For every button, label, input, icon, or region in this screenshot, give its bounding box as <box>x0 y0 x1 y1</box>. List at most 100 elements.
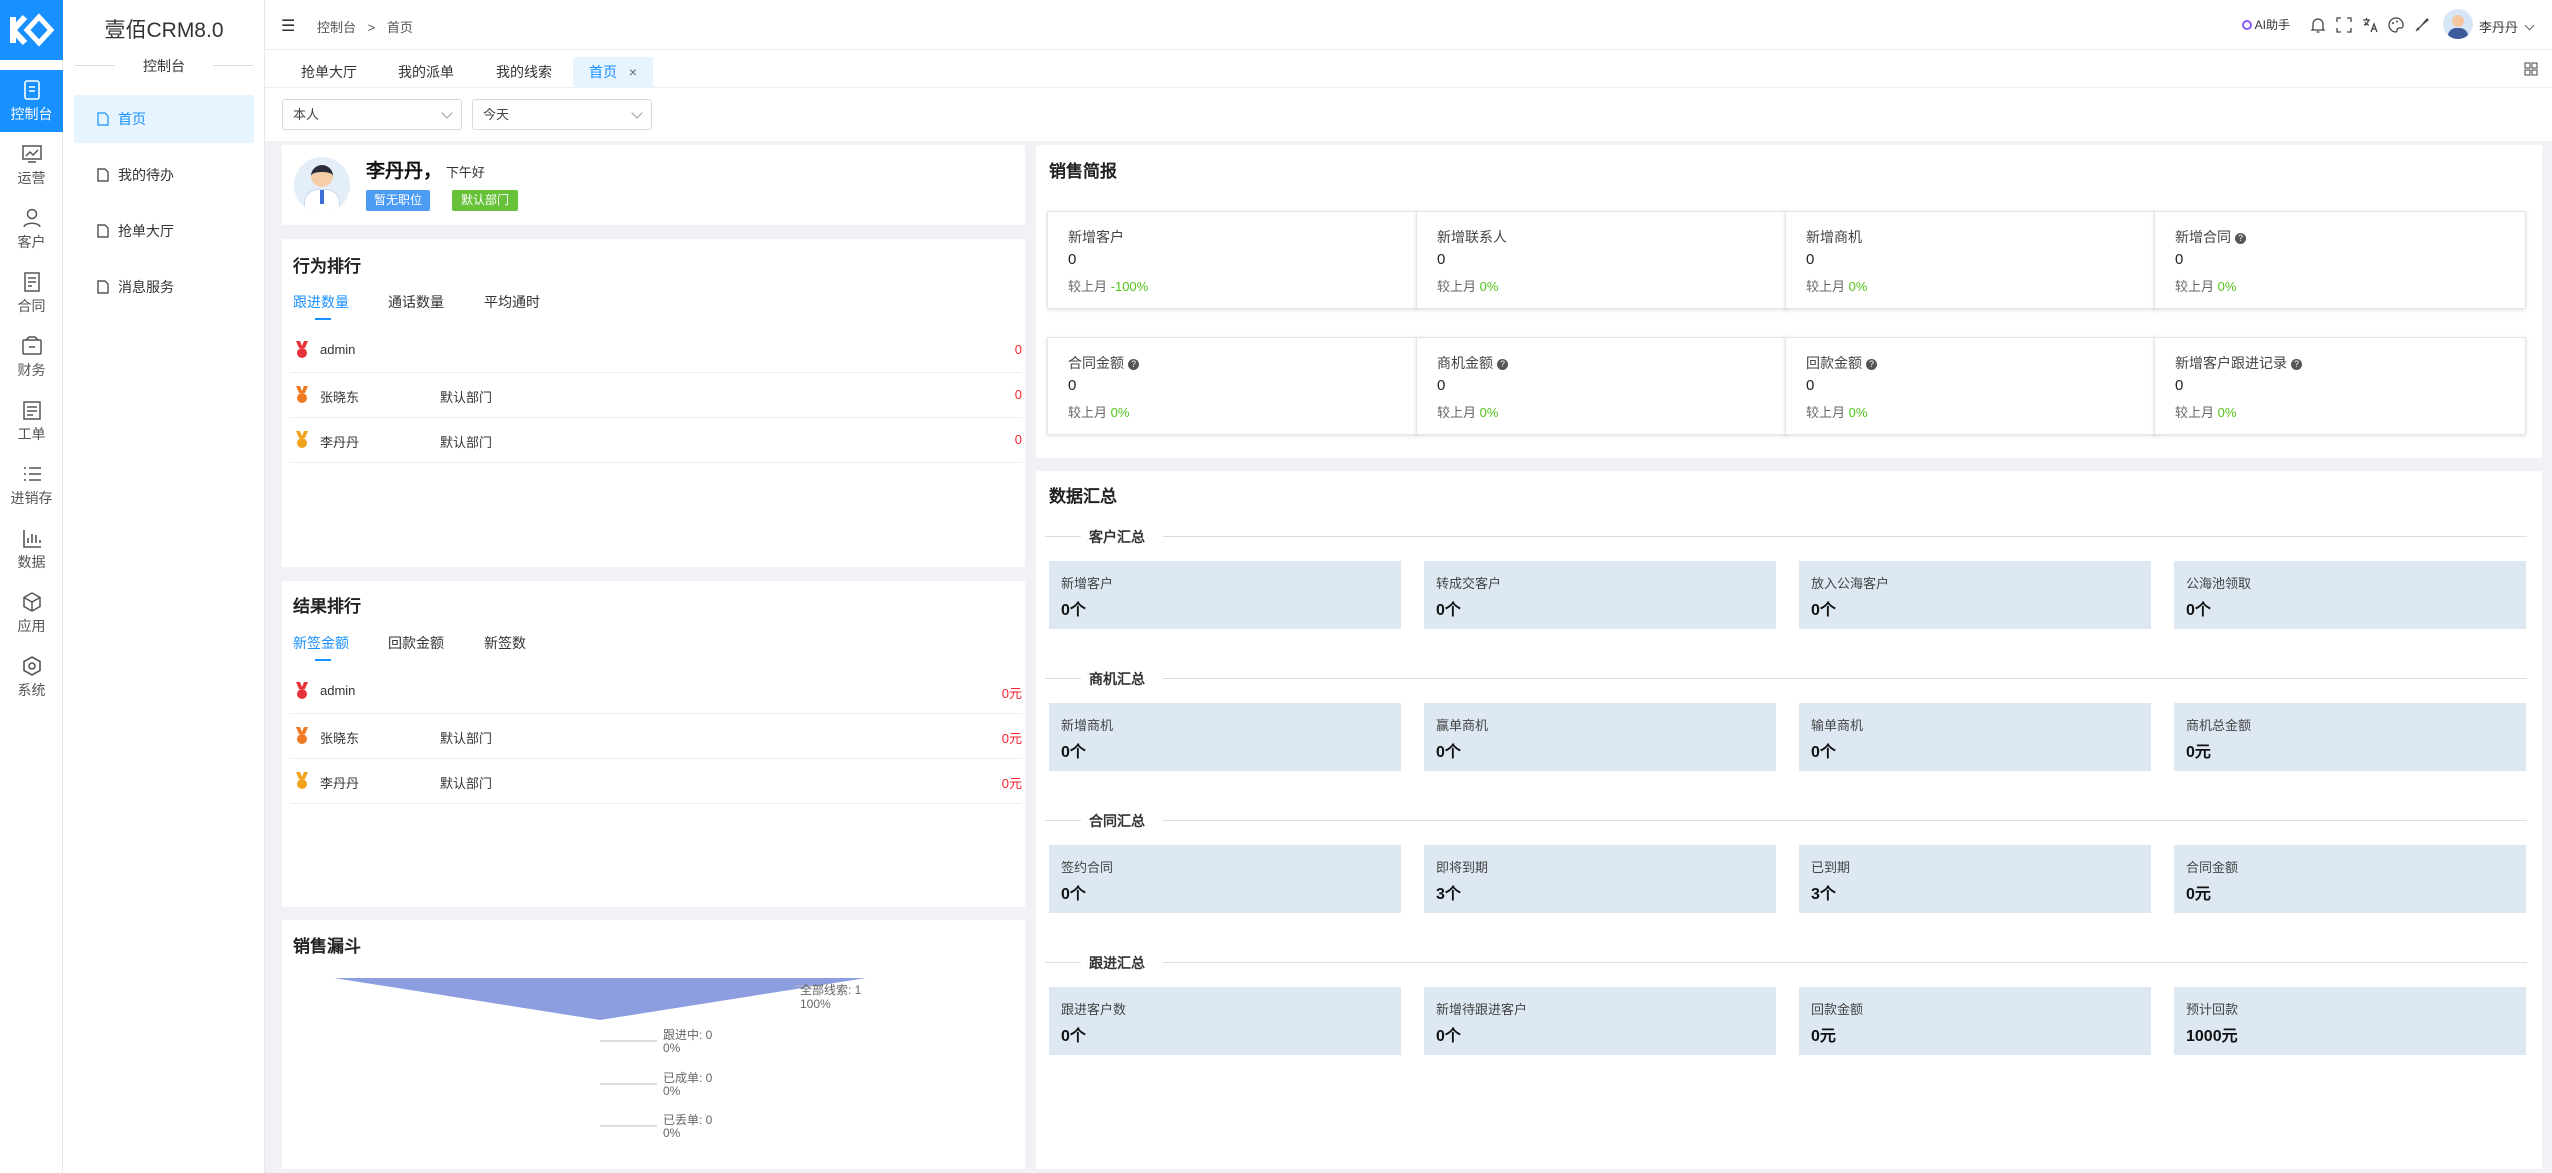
compare-prefix: 较上月 <box>1437 279 1477 294</box>
tab-label: 抢单大厅 <box>301 64 357 80</box>
tile-value: 0个 <box>1436 1028 1461 1045</box>
summary-tile[interactable]: 跟进客户数 0个 <box>1049 987 1401 1055</box>
summary-tile[interactable]: 新增客户 0个 <box>1049 561 1401 629</box>
grid-icon[interactable] <box>2524 62 2538 76</box>
tab-grab-hall[interactable]: 抢单大厅 <box>285 57 373 88</box>
submenu-item-grab-hall[interactable]: 抢单大厅 <box>74 207 254 255</box>
bell-icon[interactable] <box>2309 16 2327 34</box>
funnel-label-1: 跟进中: 0 <box>663 1027 713 1042</box>
tile-value: 0元 <box>1811 1028 1836 1045</box>
summary-tile[interactable]: 即将到期 3个 <box>1424 845 1776 913</box>
rank-dept: 默认部门 <box>440 731 493 746</box>
tab-label: 我的线索 <box>496 64 552 80</box>
translate-icon[interactable] <box>2361 16 2379 34</box>
rank-dept: 默认部门 <box>440 390 493 405</box>
tab-my-leads[interactable]: 我的线索 <box>480 57 568 88</box>
rail-item-finance[interactable]: 财务 <box>0 326 63 388</box>
summary-tile[interactable]: 输单商机 0个 <box>1799 703 2151 771</box>
tab-follow-count[interactable]: 跟进数量 <box>293 292 349 320</box>
period-select[interactable]: 今天 <box>472 99 652 130</box>
summary-tile[interactable]: 预计回款 1000元 <box>2174 987 2526 1055</box>
theme-icon[interactable] <box>2413 16 2431 34</box>
rail-item-apps[interactable]: 应用 <box>0 582 63 644</box>
rank-dept: 默认部门 <box>440 435 493 450</box>
summary-tile[interactable]: 新增商机 0个 <box>1049 703 1401 771</box>
stat-card-label: 合同金额? <box>1068 353 1139 373</box>
profile-name: 李丹丹， <box>366 161 443 182</box>
summary-tile[interactable]: 回款金额 0元 <box>1799 987 2151 1055</box>
tab-new-sign-amount[interactable]: 新签金额 <box>293 633 349 661</box>
rail-label: 财务 <box>17 361 46 378</box>
funnel-pct-1: 0% <box>663 1041 681 1055</box>
help-icon[interactable]: ? <box>2291 359 2302 370</box>
top-header: ☰ 控制台 > 首页 AI助手 李丹丹 <box>265 0 2552 50</box>
summary-tile[interactable]: 已到期 3个 <box>1799 845 2151 913</box>
summary-tile[interactable]: 合同金额 0元 <box>2174 845 2526 913</box>
submenu-item-home[interactable]: 首页 <box>74 95 254 143</box>
behavior-rank-title: 行为排行 <box>293 257 361 276</box>
secondary-nav: 壹佰CRM8.0 控制台 首页 我的待办 抢单大厅 消息服务 <box>63 0 265 1173</box>
summary-tile[interactable]: 赢单商机 0个 <box>1424 703 1776 771</box>
rail-label: 合同 <box>17 297 46 314</box>
tab-my-dispatch[interactable]: 我的派单 <box>382 57 470 88</box>
rail-item-system[interactable]: 系统 <box>0 646 63 708</box>
username: 李丹丹 <box>2479 20 2519 35</box>
primary-nav-rail: 控制台 运营 客户 合同 财务 工单 进销存 数据 应用 系统 <box>0 0 63 1173</box>
section-divider <box>1045 962 1081 963</box>
stat-card-value: 0 <box>1437 377 1446 394</box>
tab-home[interactable]: 首页 × <box>573 57 654 88</box>
help-icon[interactable]: ? <box>1128 359 1139 370</box>
scope-select[interactable]: 本人 <box>282 99 462 130</box>
user-menu[interactable]: 李丹丹 <box>2479 17 2535 36</box>
avatar[interactable] <box>2443 9 2473 39</box>
medal-silver-icon <box>296 386 308 403</box>
rank-name: 李丹丹 <box>320 435 360 450</box>
tile-label: 即将到期 <box>1436 860 1489 875</box>
summary-tile[interactable]: 转成交客户 0个 <box>1424 561 1776 629</box>
rail-item-data[interactable]: 数据 <box>0 518 63 580</box>
rank-name: admin <box>320 683 356 698</box>
funnel-stage-all[interactable] <box>334 978 866 1020</box>
section-title: 合同汇总 <box>1089 813 1145 829</box>
summary-tile[interactable]: 商机总金额 0元 <box>2174 703 2526 771</box>
menu-toggle-icon[interactable]: ☰ <box>281 16 295 36</box>
submenu-item-todo[interactable]: 我的待办 <box>74 151 254 199</box>
stat-card-value: 0 <box>2175 377 2184 394</box>
rail-item-operations[interactable]: 运营 <box>0 134 63 196</box>
help-icon[interactable]: ? <box>2235 233 2246 244</box>
rail-item-inventory[interactable]: 进销存 <box>0 454 63 516</box>
bar-chart-icon <box>22 529 41 548</box>
app-logo[interactable] <box>0 0 63 60</box>
tile-label: 商机总金额 <box>2186 718 2252 733</box>
stat-card: 新增客户跟进记录? 0 较上月 0% <box>2154 337 2526 435</box>
rail-item-dashboard[interactable]: 控制台 <box>0 70 63 132</box>
medal-gold-icon <box>296 341 308 358</box>
stat-card-compare: 较上月 0% <box>2175 276 2236 295</box>
fullscreen-icon[interactable] <box>2335 16 2353 34</box>
summary-tile[interactable]: 公海池领取 0个 <box>2174 561 2526 629</box>
section-title: 跟进汇总 <box>1089 955 1145 971</box>
rail-item-contract[interactable]: 合同 <box>0 262 63 324</box>
ai-assistant-button[interactable]: AI助手 <box>2242 16 2290 33</box>
breadcrumb-root[interactable]: 控制台 <box>317 20 356 35</box>
tab-call-count[interactable]: 通话数量 <box>388 292 444 312</box>
help-icon[interactable]: ? <box>1497 359 1508 370</box>
palette-icon[interactable] <box>2387 16 2405 34</box>
rail-item-customer[interactable]: 客户 <box>0 198 63 260</box>
tab-avg-call-time[interactable]: 平均通时 <box>484 292 540 312</box>
tab-new-sign-count[interactable]: 新签数 <box>484 633 526 653</box>
submenu-item-messages[interactable]: 消息服务 <box>74 263 254 311</box>
rank-name: 张晓东 <box>320 731 360 746</box>
rail-item-ticket[interactable]: 工单 <box>0 390 63 452</box>
breadcrumb-current: 首页 <box>386 20 413 35</box>
position-badge: 暂无职位 <box>366 190 431 211</box>
summary-tile[interactable]: 新增待跟进客户 0个 <box>1424 987 1776 1055</box>
rail-label: 应用 <box>17 617 46 634</box>
summary-tile[interactable]: 签约合同 0个 <box>1049 845 1401 913</box>
breadcrumb-separator: > <box>367 20 376 35</box>
help-icon[interactable]: ? <box>1866 359 1877 370</box>
tile-label: 公海池领取 <box>2186 576 2252 591</box>
close-icon[interactable]: × <box>629 64 637 80</box>
tab-payment-amount[interactable]: 回款金额 <box>388 633 444 653</box>
summary-tile[interactable]: 放入公海客户 0个 <box>1799 561 2151 629</box>
